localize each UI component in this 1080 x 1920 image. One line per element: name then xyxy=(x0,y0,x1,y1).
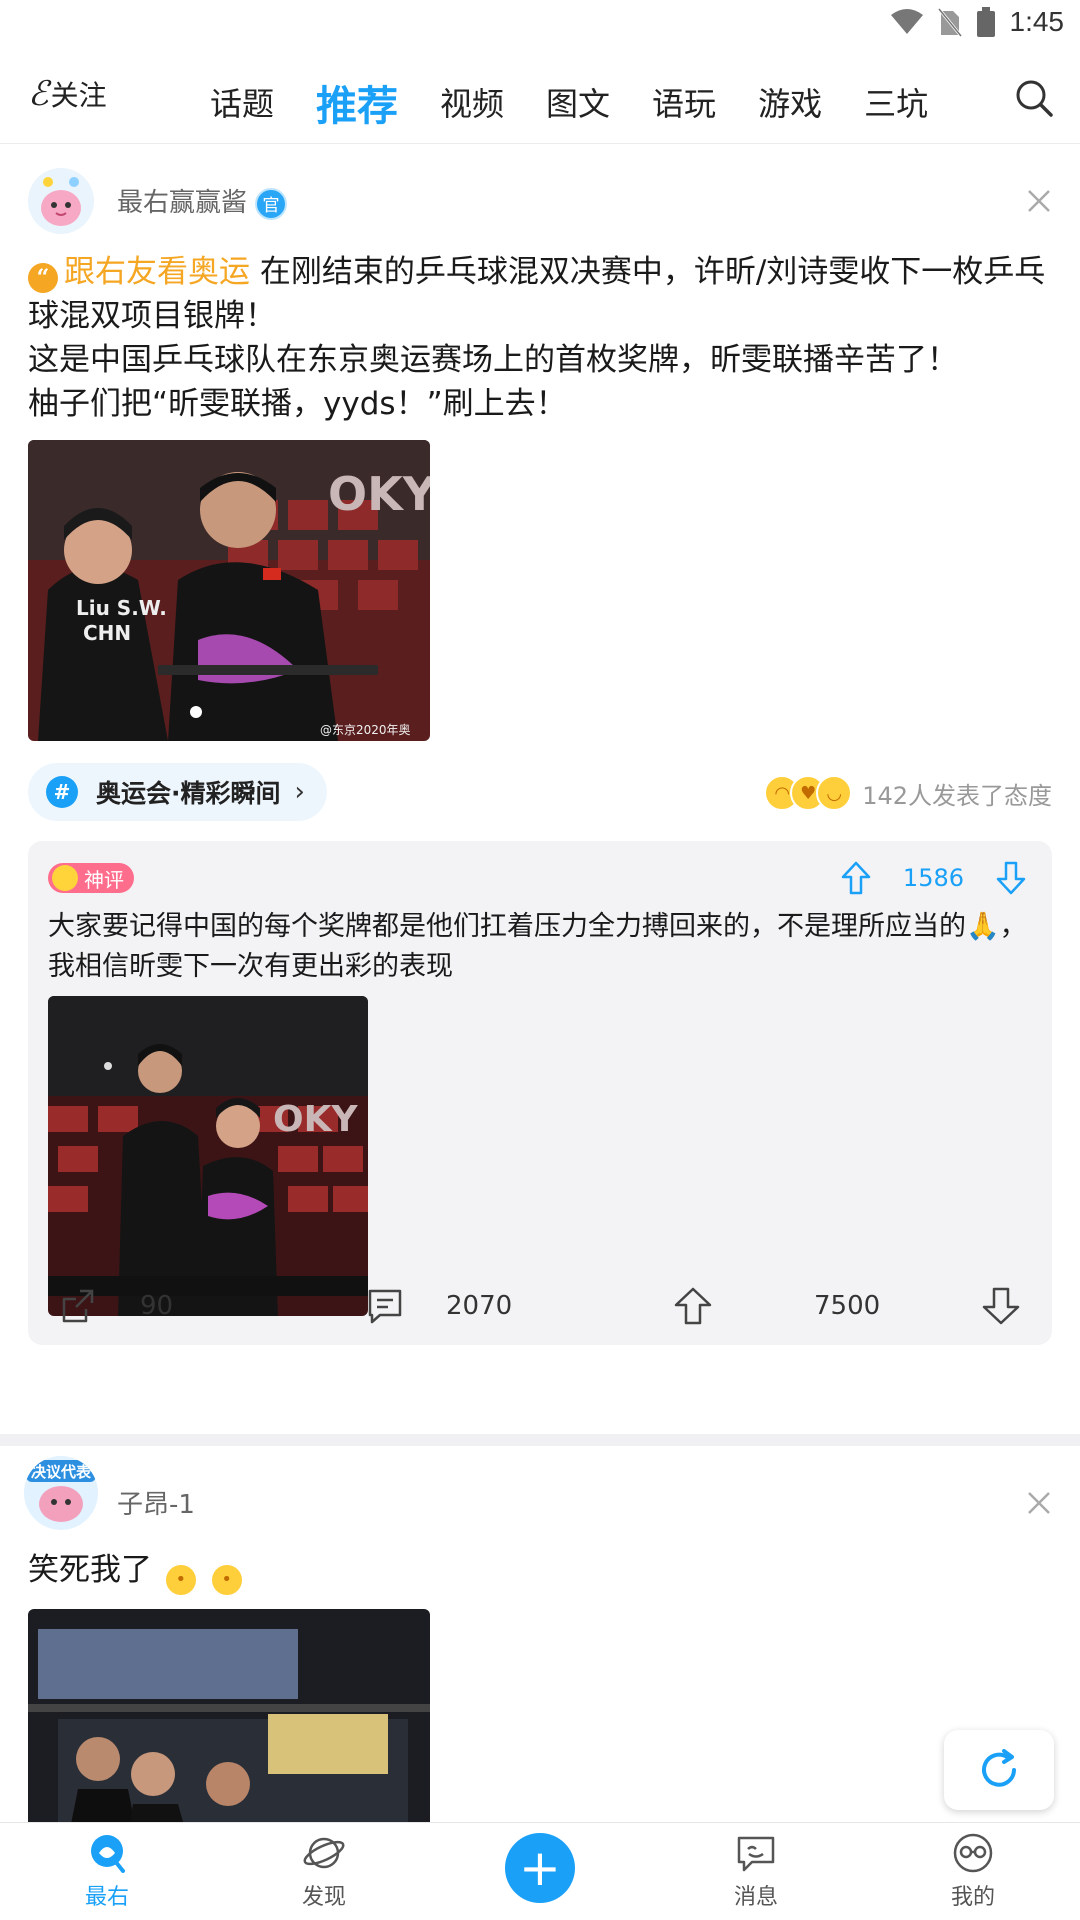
clock: 1:45 xyxy=(1009,6,1065,37)
topic-chip[interactable]: # 奥运会·精彩瞬间 › xyxy=(28,763,327,821)
tab-games[interactable]: 游戏 xyxy=(758,79,822,125)
feed-tabs: 话题 推荐 视频 图文 语玩 游戏 三坑 xyxy=(210,60,970,144)
table-tennis-photo-2: OKY xyxy=(48,996,368,1316)
hashtag-icon: # xyxy=(46,776,78,808)
upvote-icon[interactable] xyxy=(841,861,871,895)
chevron-right-icon: › xyxy=(294,777,305,807)
comment-vote-count: 1586 xyxy=(902,864,964,892)
god-comment-text: 大家要记得中国的每个奖牌都是他们扛着压力全力搏回来的，不是理所应当的🙏，我相信昕… xyxy=(48,911,1027,982)
god-comment-badge: 神评 xyxy=(48,863,134,893)
upvote-button[interactable]: 7500 xyxy=(672,1285,880,1327)
battery-icon xyxy=(976,7,995,37)
top-nav: ℰ 关注 话题 推荐 视频 图文 语玩 游戏 三坑 xyxy=(0,60,1080,144)
nav-home[interactable]: 最右 xyxy=(47,1831,167,1911)
downvote-button[interactable] xyxy=(980,1285,1022,1327)
nav-profile-label: 我的 xyxy=(950,1885,995,1910)
plus-icon: + xyxy=(519,1839,561,1897)
post-text-line-3: 柚子们把“昕雯联播，yyds！”刷上去！ xyxy=(28,386,567,422)
mascot-avatar-icon: 决议代表 xyxy=(24,1456,98,1530)
follow-button[interactable]: ℰ 关注 xyxy=(28,74,107,114)
share-count: 90 xyxy=(140,1291,174,1321)
avatar-caption: 决议代表 xyxy=(31,1463,92,1481)
svg-text:CHN: CHN xyxy=(83,621,131,645)
comment-votes: 1586 xyxy=(841,861,1026,895)
quote-icon: “ xyxy=(28,263,58,293)
follow-label: 关注 xyxy=(50,79,107,112)
share-button[interactable]: 90 xyxy=(58,1285,173,1327)
post-text: 笑死我了 xyxy=(28,1552,152,1588)
god-comment-badge-label: 神评 xyxy=(84,867,124,892)
official-badge: 官 xyxy=(255,187,288,220)
post-actions: 90 2070 7500 xyxy=(0,1271,1080,1343)
home-icon xyxy=(91,1835,125,1873)
downvote-icon xyxy=(982,1287,1020,1325)
post-divider xyxy=(0,1434,1080,1446)
nav-home-label: 最右 xyxy=(84,1885,129,1910)
nav-messages-label: 消息 xyxy=(733,1885,778,1910)
post-card[interactable]: 最右赢赢酱官 “跟右友看奥运 在刚结束的乒乓球混双决赛中，许昕/刘诗雯收下一枚乒… xyxy=(0,146,1080,1432)
god-comment[interactable]: 神评 1586 大家要记得中国的每个奖牌都是他们扛着压力全力搏回来的，不是理所应… xyxy=(28,841,1052,1345)
author-name[interactable]: 子昂-1 xyxy=(117,1484,195,1521)
post-card[interactable]: 决议代表 子昂-1 笑死我了 • • xyxy=(0,1446,1080,1839)
comment-count: 2070 xyxy=(446,1291,513,1321)
no-sim-icon xyxy=(937,8,962,37)
broadcast-photo xyxy=(28,1609,430,1839)
status-bar: 1:45 xyxy=(0,0,1080,48)
post-image[interactable]: OKYO Liu S.W. CHN @东京2020年奥 xyxy=(28,440,430,741)
comment-image[interactable]: OKY xyxy=(48,996,368,1316)
planet-icon xyxy=(303,1837,345,1869)
topic-chip-label: 奥运会·精彩瞬间 xyxy=(96,779,281,808)
smug-emoji-icon: • xyxy=(209,1563,244,1597)
nav-discover-label: 发现 xyxy=(301,1885,346,1910)
message-icon xyxy=(737,1836,775,1872)
upvote-icon xyxy=(674,1287,712,1325)
downvote-icon[interactable] xyxy=(996,861,1026,895)
refresh-button[interactable] xyxy=(944,1730,1054,1810)
like-count: 7500 xyxy=(814,1291,881,1321)
smug-emoji-icon: • xyxy=(163,1563,198,1597)
search-icon[interactable] xyxy=(1014,78,1054,118)
mascot-avatar-icon xyxy=(28,168,94,234)
nav-profile[interactable]: 我的 xyxy=(913,1831,1033,1911)
nav-discover[interactable]: 发现 xyxy=(264,1831,384,1911)
bottom-nav: 最右 发现 + 消息 我的 xyxy=(0,1822,1080,1920)
reaction-count: 142人发表了态度 xyxy=(862,781,1052,810)
image-watermark: @东京2020年奥 xyxy=(320,723,411,737)
close-icon[interactable] xyxy=(1026,1490,1052,1516)
smile-face-icon xyxy=(52,865,78,891)
table-tennis-photo: OKYO Liu S.W. CHN @东京2020年奥 xyxy=(28,440,430,741)
glasses-icon xyxy=(953,1833,993,1873)
post-image[interactable] xyxy=(28,1609,430,1839)
svg-text:OKYO: OKYO xyxy=(328,467,430,521)
tab-video[interactable]: 视频 xyxy=(440,79,504,125)
post-text-line-2: 这是中国乒乓球队在东京奥运赛场上的首枚奖牌，昕雯联播辛苦了！ xyxy=(28,342,958,378)
author-name-text: 最右赢赢酱 xyxy=(117,188,248,218)
wifi-icon xyxy=(890,9,923,34)
tab-recommended[interactable]: 推荐 xyxy=(316,72,398,132)
share-icon xyxy=(62,1289,94,1323)
post-body: “跟右友看奥运 在刚结束的乒乓球混双决赛中，许昕/刘诗雯收下一枚乒乓球混双项目银… xyxy=(28,250,1058,426)
svg-text:Liu S.W.: Liu S.W. xyxy=(76,596,167,620)
nav-messages[interactable]: 消息 xyxy=(696,1831,816,1911)
avatar[interactable]: 决议代表 xyxy=(24,1456,98,1530)
close-icon[interactable] xyxy=(1026,188,1052,214)
create-post-button[interactable]: + xyxy=(505,1833,575,1903)
topic-link[interactable]: 跟右友看奥运 xyxy=(64,254,250,290)
comment-button[interactable]: 2070 xyxy=(364,1285,512,1327)
wink-emoji-icon: ◡ xyxy=(816,775,853,811)
tab-sankeng[interactable]: 三坑 xyxy=(864,79,928,125)
tab-image-text[interactable]: 图文 xyxy=(546,79,610,125)
avatar[interactable] xyxy=(28,168,94,234)
svg-text:OKY: OKY xyxy=(273,1099,359,1140)
tab-topics[interactable]: 话题 xyxy=(210,79,274,125)
tab-voice-play[interactable]: 语玩 xyxy=(652,79,716,125)
post-body: 笑死我了 • • xyxy=(28,1548,1058,1597)
refresh-icon xyxy=(982,1749,1016,1787)
follow-icon: ℰ xyxy=(28,74,49,114)
comment-icon xyxy=(368,1289,402,1324)
author-name[interactable]: 最右赢赢酱官 xyxy=(117,182,288,220)
reactions-summary[interactable]: ◠ ♥ ◡ 142人发表了态度 xyxy=(764,775,1052,811)
